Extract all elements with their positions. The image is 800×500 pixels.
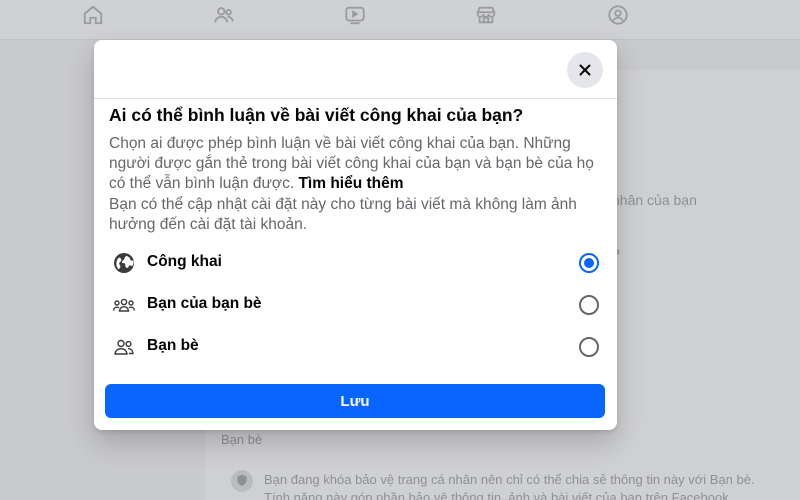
friends-icon[interactable] — [213, 4, 235, 26]
dialog-title: Ai có thể bình luận về bài viết công kha… — [109, 105, 524, 125]
close-button[interactable] — [567, 52, 603, 88]
friends-icon — [112, 335, 136, 359]
option-public-label: Công khai — [147, 253, 222, 270]
option-friends-of-friends-radio[interactable] — [579, 295, 599, 315]
dialog-note: Bạn có thể cập nhật cài đặt này cho từng… — [109, 196, 577, 233]
marketplace-icon[interactable] — [475, 4, 497, 26]
learn-more-link[interactable]: Tìm hiểu thêm — [298, 175, 403, 192]
option-friends-radio[interactable] — [579, 337, 599, 357]
option-friends-label: Bạn bè — [147, 337, 199, 354]
save-button[interactable]: Lưu — [105, 384, 605, 418]
video-icon[interactable] — [344, 4, 366, 26]
option-public-radio[interactable] — [579, 253, 599, 273]
background-profile-fragment: nhân của bạn — [612, 192, 697, 208]
close-icon — [576, 61, 594, 79]
friends-of-friends-icon — [112, 293, 136, 317]
globe-icon — [112, 251, 136, 275]
shield-icon — [231, 470, 253, 492]
option-public[interactable]: Công khai — [104, 243, 607, 281]
background-notice-line2: Tính năng này góp phần bảo vệ thông tin,… — [264, 490, 733, 500]
background-audience-label: Bạn bè — [221, 432, 263, 447]
header-divider — [94, 98, 617, 99]
option-friends-of-friends-label: Bạn của bạn bè — [147, 295, 262, 312]
dialog-description: Chọn ai được phép bình luận về bài viết … — [109, 134, 599, 194]
option-friends-of-friends[interactable]: Bạn của bạn bè — [104, 285, 607, 323]
top-navigation-bar — [0, 0, 800, 40]
home-icon[interactable] — [82, 4, 104, 26]
background-notice-line1: Bạn đang khóa bảo vệ trang cá nhân nên c… — [264, 472, 755, 487]
option-friends[interactable]: Bạn bè — [104, 327, 607, 365]
comment-audience-dialog: Ai có thể bình luận về bài viết công kha… — [94, 40, 617, 430]
groups-icon[interactable] — [607, 4, 629, 26]
